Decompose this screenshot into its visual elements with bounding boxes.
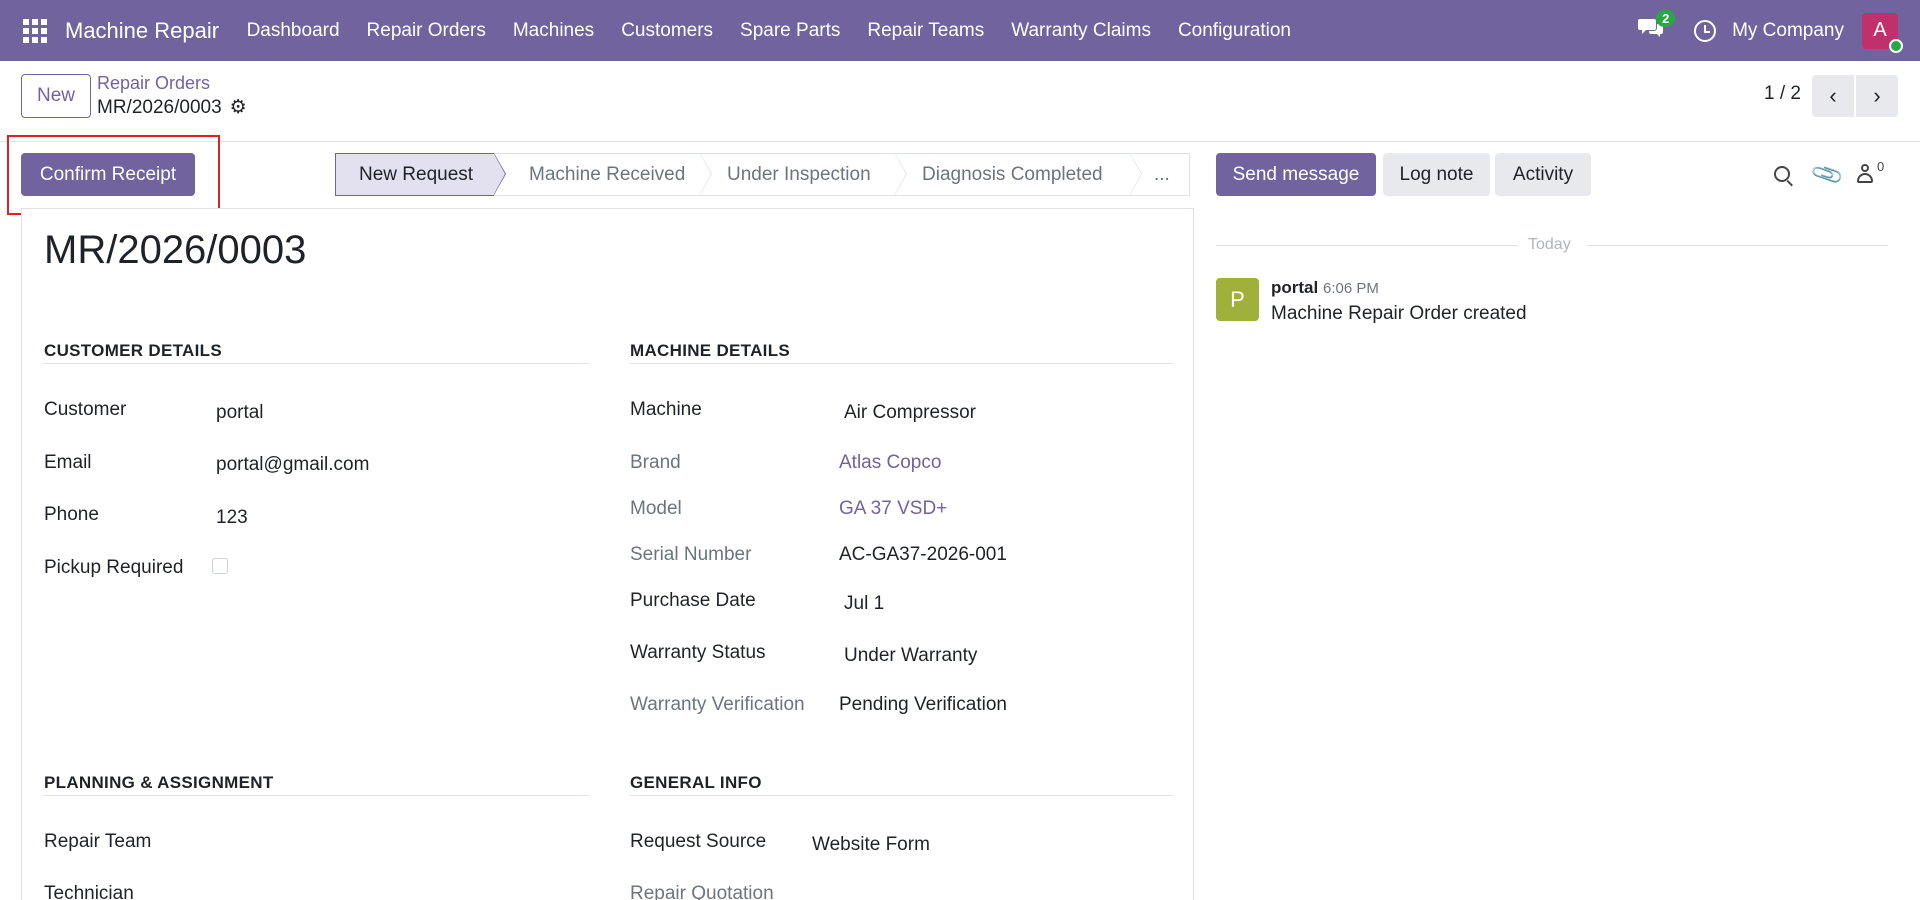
date-separator-line	[1587, 245, 1888, 246]
messaging-button[interactable]: 2	[1638, 9, 1676, 46]
send-message-button[interactable]: Send message	[1216, 153, 1376, 196]
message-author-avatar[interactable]: P	[1216, 278, 1259, 321]
pager-value[interactable]: 1 / 2	[1764, 83, 1801, 105]
customer-field[interactable]: portal	[216, 402, 264, 424]
serial-number-label: Serial Number	[630, 544, 752, 565]
technician-label: Technician	[44, 883, 134, 900]
navbar-systray: 2 My Company A	[1638, 0, 1920, 61]
repair-quotation-label: Repair Quotation	[630, 883, 774, 900]
stage-machine-received[interactable]: Machine Received	[494, 153, 712, 196]
top-navbar: Machine Repair Dashboard Repair Orders M…	[0, 0, 1920, 61]
customer-details-heading: CUSTOMER DETAILS	[44, 341, 222, 360]
main-menu: Dashboard Repair Orders Machines Custome…	[233, 20, 1304, 42]
avatar-letter: A	[1873, 19, 1887, 41]
confirm-receipt-button[interactable]: Confirm Receipt	[21, 153, 195, 196]
model-link[interactable]: GA 37 VSD+	[839, 498, 947, 520]
followers-count: 0	[1877, 159, 1885, 174]
stage-label: Machine Received	[529, 163, 686, 185]
email-field[interactable]: portal@gmail.com	[216, 454, 369, 476]
menu-item-warranty-claims[interactable]: Warranty Claims	[998, 20, 1165, 42]
stage-label: ...	[1154, 163, 1170, 185]
brand-link[interactable]: Atlas Copco	[839, 452, 941, 474]
control-panel: New Repair Orders MR/2026/0003 ⚙ 1 / 2 ‹…	[0, 61, 1920, 142]
section-divider	[44, 795, 588, 796]
request-source-field[interactable]: Website Form	[812, 834, 930, 856]
activity-button[interactable]: Activity	[1495, 153, 1591, 196]
stage-label: New Request	[359, 163, 474, 185]
menu-item-configuration[interactable]: Configuration	[1164, 20, 1304, 42]
section-divider	[630, 363, 1172, 364]
search-icon[interactable]	[1774, 166, 1790, 182]
paperclip-icon[interactable]: 📎	[1809, 157, 1846, 193]
menu-item-machines[interactable]: Machines	[499, 20, 607, 42]
purchase-date-field[interactable]: Jul 1	[844, 593, 884, 615]
machine-field[interactable]: Air Compressor	[844, 402, 976, 424]
pickup-required-checkbox[interactable]	[212, 558, 228, 574]
section-divider	[630, 795, 1172, 796]
breadcrumb-current: MR/2026/0003 ⚙	[97, 96, 247, 119]
message-body: Machine Repair Order created	[1271, 303, 1527, 324]
serial-number-value: AC-GA37-2026-001	[839, 544, 1007, 565]
stage-new-request[interactable]: New Request	[335, 153, 506, 196]
message-author[interactable]: portal	[1271, 278, 1318, 298]
pager-previous-button[interactable]: ‹	[1812, 75, 1854, 117]
warranty-verification-label: Warranty Verification	[630, 694, 805, 715]
repair-team-label: Repair Team	[44, 831, 152, 852]
date-separator-label: Today	[1528, 236, 1571, 253]
online-status-dot	[1889, 38, 1903, 53]
user-avatar[interactable]: A	[1862, 12, 1903, 53]
stage-statusbar: New Request Machine Received Under Inspe…	[335, 153, 1190, 196]
form-sheet	[21, 208, 1194, 900]
chevron-right-icon: ›	[1873, 83, 1881, 108]
menu-item-customers[interactable]: Customers	[608, 20, 727, 42]
message-time: 6:06 PM	[1323, 280, 1379, 297]
planning-assignment-heading: PLANNING & ASSIGNMENT	[44, 773, 274, 792]
stage-label: Diagnosis Completed	[922, 163, 1103, 185]
pickup-required-label: Pickup Required	[44, 557, 184, 578]
stage-under-inspection[interactable]: Under Inspection	[700, 153, 907, 196]
followers-icon[interactable]	[1856, 164, 1874, 184]
menu-item-repair-orders[interactable]: Repair Orders	[353, 20, 499, 42]
machine-label: Machine	[630, 399, 702, 420]
request-source-label: Request Source	[630, 831, 767, 852]
purchase-date-label: Purchase Date	[630, 590, 756, 611]
company-switcher[interactable]: My Company	[1732, 20, 1844, 42]
menu-item-dashboard[interactable]: Dashboard	[233, 20, 353, 42]
stage-label: Under Inspection	[727, 163, 871, 185]
app-grid-icon[interactable]	[23, 18, 47, 43]
warranty-status-label: Warranty Status	[630, 642, 766, 663]
menu-item-spare-parts[interactable]: Spare Parts	[727, 20, 854, 42]
brand-label: Brand	[630, 452, 681, 473]
record-title[interactable]: MR/2026/0003	[44, 228, 306, 273]
stage-diagnosis-completed[interactable]: Diagnosis Completed	[895, 153, 1142, 196]
phone-field[interactable]: 123	[216, 507, 248, 529]
new-record-button[interactable]: New	[21, 74, 91, 118]
section-divider	[44, 363, 588, 364]
app-brand[interactable]: Machine Repair	[65, 18, 219, 44]
pager-next-button[interactable]: ›	[1856, 75, 1898, 117]
model-label: Model	[630, 498, 682, 519]
log-note-button[interactable]: Log note	[1383, 153, 1490, 196]
email-label: Email	[44, 452, 92, 473]
machine-details-heading: MACHINE DETAILS	[630, 341, 791, 360]
date-separator-line	[1216, 245, 1518, 246]
menu-item-repair-teams[interactable]: Repair Teams	[854, 20, 998, 42]
breadcrumb-current-label: MR/2026/0003	[97, 96, 222, 118]
warranty-verification-value: Pending Verification	[839, 694, 1007, 715]
phone-label: Phone	[44, 504, 99, 525]
customer-label: Customer	[44, 399, 127, 420]
general-info-heading: GENERAL INFO	[630, 773, 762, 792]
breadcrumb-parent-link[interactable]: Repair Orders	[97, 73, 210, 94]
gear-icon[interactable]: ⚙	[230, 96, 247, 119]
messages-count-badge: 2	[1656, 9, 1676, 27]
chevron-left-icon: ‹	[1829, 83, 1837, 108]
activity-clock-icon[interactable]	[1694, 19, 1717, 42]
warranty-status-field[interactable]: Under Warranty	[844, 645, 977, 667]
